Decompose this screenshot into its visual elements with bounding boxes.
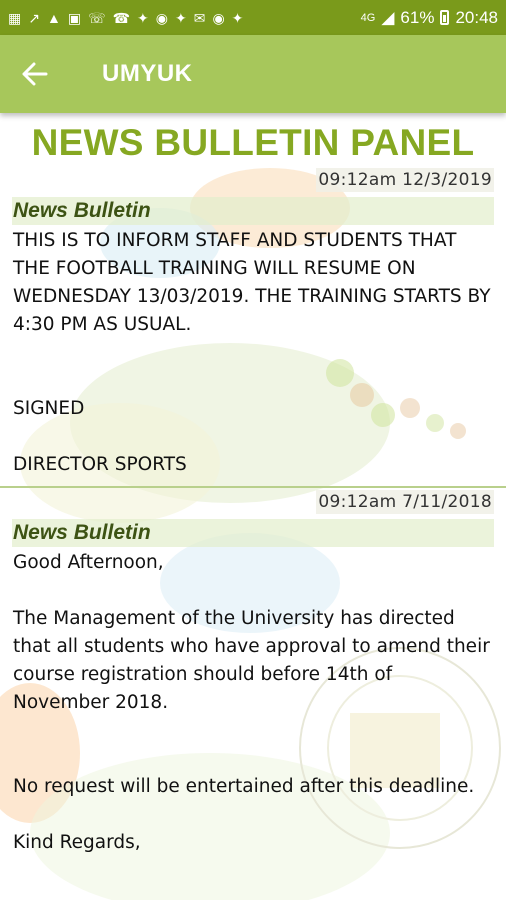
mail-icon: ✉	[193, 9, 206, 26]
bulletin-item[interactable]: 09:12am 12/3/2019 News Bulletin THIS IS …	[0, 164, 506, 488]
coin-icon: ◉	[212, 9, 225, 26]
battery-icon	[440, 10, 450, 25]
image-icon: ▣	[67, 9, 82, 26]
bulletin-body: THIS IS TO INFORM STAFF AND STUDENTS THA…	[13, 230, 491, 475]
twitter-icon: ✦	[174, 9, 187, 26]
twitter-icon: ✦	[231, 9, 244, 26]
whatsapp-icon: ☏	[88, 9, 106, 26]
signal-icon: ◢	[381, 7, 395, 27]
missed-call-icon: ↗	[28, 9, 40, 26]
news-content[interactable]: NEWS BULLETIN PANEL 09:12am 12/3/2019 Ne…	[0, 113, 506, 900]
bulletin-timestamp: 09:12am 12/3/2019	[316, 168, 494, 192]
status-bar: ▦ ↗ ▲ ▣ ☏ ☎ ✦ ◉ ✦ ✉ ◉ ✦ 4G ◢ 61% 20:48	[0, 0, 506, 35]
battery-percentage: 61%	[400, 7, 435, 27]
notification-icons: ▦ ↗ ▲ ▣ ☏ ☎ ✦ ◉ ✦ ✉ ◉ ✦	[8, 11, 243, 25]
coin-icon: ◉	[155, 9, 168, 26]
twitter-icon: ✦	[137, 9, 149, 26]
phone-icon: ☎	[112, 9, 131, 26]
back-button[interactable]	[0, 35, 70, 113]
arrow-left-icon	[22, 62, 48, 86]
clock: 20:48	[455, 7, 498, 27]
bell-icon: ▲	[46, 9, 61, 26]
bulletin-body: Good Afternoon, The Management of the Un…	[13, 552, 490, 853]
bulletin-heading: News Bulletin	[12, 519, 494, 547]
app-bar: UMYUK	[0, 35, 506, 113]
bulletin-timestamp: 09:12am 7/11/2018	[316, 490, 494, 514]
panel-title: NEWS BULLETIN PANEL	[31, 122, 475, 163]
bulletin-item[interactable]: 09:12am 7/11/2018 News Bulletin Good Aft…	[0, 486, 506, 900]
chat-icon: ▦	[8, 9, 22, 26]
bulletin-heading: News Bulletin	[12, 197, 494, 225]
network-type: 4G	[360, 11, 376, 24]
system-status: 4G ◢ 61% 20:48	[361, 8, 498, 28]
app-title: UMYUK	[102, 60, 193, 87]
